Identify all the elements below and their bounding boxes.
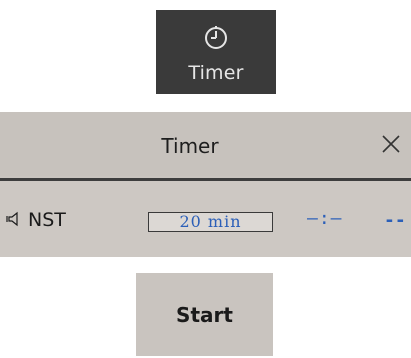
timer-panel-title: Timer <box>161 134 219 158</box>
speaker-icon <box>6 211 24 227</box>
timer-panel-header: Timer <box>0 112 411 176</box>
end-time-display: -- <box>384 210 406 231</box>
timer-row-nst: NST 20 min —:— -- <box>0 181 411 257</box>
countdown-display: —:— <box>307 208 343 229</box>
timer-panel: Timer NST 20 min —:— -- <box>0 112 411 257</box>
close-icon[interactable] <box>377 130 405 158</box>
timer-key-button[interactable]: Timer <box>156 10 276 94</box>
timer-row-label: NST <box>28 209 66 231</box>
stopwatch-icon <box>156 24 276 52</box>
start-button[interactable]: Start <box>136 273 273 356</box>
duration-field[interactable]: 20 min <box>148 212 273 232</box>
timer-key-label: Timer <box>188 62 244 84</box>
